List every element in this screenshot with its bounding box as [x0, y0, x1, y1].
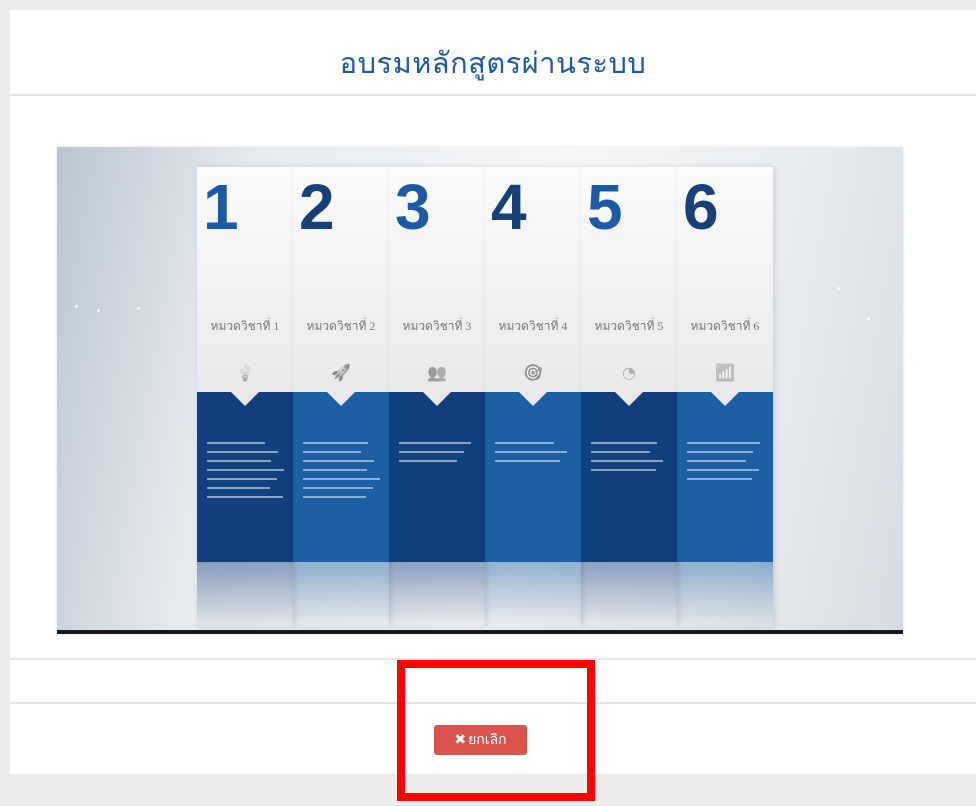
card-description-panel — [485, 392, 581, 562]
sparkle — [97, 309, 100, 312]
card-reflection — [389, 562, 485, 630]
description-line — [303, 469, 367, 471]
description-line — [495, 460, 560, 462]
card-header: 5 หมวดวิชาที่ 5 ◔ — [581, 167, 677, 406]
description-line — [207, 496, 283, 498]
card-description-panel — [389, 392, 485, 562]
description-line — [495, 451, 567, 453]
description-line — [495, 442, 554, 444]
card-category-label: หมวดวิชาที่ 6 — [690, 319, 760, 333]
description-line — [687, 478, 752, 480]
description-line — [687, 460, 746, 462]
video-frame[interactable]: 1 หมวดวิชาที่ 1 💡 2 หมวดวิชาที่ 2 🚀 3 หมวดวิชาท… — [57, 147, 903, 630]
card-number: 4 — [491, 171, 527, 243]
card-category-label: หมวดวิชาที่ 3 — [402, 319, 472, 333]
card-header: 3 หมวดวิชาที่ 3 👥 — [389, 167, 485, 406]
card-description-panel — [293, 392, 389, 562]
pie-chart-icon: ◔ — [622, 363, 636, 382]
bar-chart-icon: 📶 — [715, 363, 735, 382]
card-description-panel — [581, 392, 677, 562]
description-line — [207, 469, 284, 471]
card-reflection — [197, 562, 293, 630]
description-line — [399, 442, 471, 444]
sparkle — [867, 317, 870, 320]
sparkle — [837, 287, 840, 290]
card-header: 2 หมวดวิชาที่ 2 🚀 — [293, 167, 389, 406]
description-line — [303, 460, 374, 462]
description-line — [207, 487, 270, 489]
description-line — [207, 451, 278, 453]
card-description-panel — [677, 392, 773, 562]
description-line — [207, 460, 271, 462]
card-reflection — [485, 562, 581, 630]
description-line — [207, 442, 265, 444]
sparkle — [137, 307, 140, 310]
description-line — [399, 460, 457, 462]
card-reflection — [677, 562, 773, 630]
sparkle — [75, 305, 78, 308]
modal-header: อบรมหลักสูตรผ่านระบบ — [10, 10, 976, 96]
card-header: 1 หมวดวิชาที่ 1 💡 — [197, 167, 293, 406]
lightbulb-icon: 💡 — [235, 363, 255, 382]
rocket-icon: 🚀 — [331, 363, 351, 382]
card-reflection — [581, 562, 677, 630]
description-line — [687, 469, 759, 471]
description-line — [399, 451, 464, 453]
card-number: 5 — [587, 171, 623, 243]
course-card: 5 หมวดวิชาที่ 5 ◔ — [581, 167, 677, 630]
people-icon: 👥 — [427, 363, 447, 382]
card-description-panel — [197, 392, 293, 562]
course-card: 6 หมวดวิชาที่ 6 📶 — [677, 167, 773, 630]
description-line — [303, 478, 380, 480]
description-line — [687, 451, 753, 453]
video-progress-bar[interactable] — [57, 630, 903, 634]
card-number: 2 — [299, 171, 335, 243]
course-card: 4 หมวดวิชาที่ 4 🎯 — [485, 167, 581, 630]
video-player[interactable]: 1 หมวดวิชาที่ 1 💡 2 หมวดวิชาที่ 2 🚀 3 หมวดวิชาท… — [57, 147, 903, 634]
card-category-label: หมวดวิชาที่ 5 — [594, 319, 664, 333]
card-category-label: หมวดวิชาที่ 2 — [306, 319, 376, 333]
description-line — [303, 487, 373, 489]
course-card: 2 หมวดวิชาที่ 2 🚀 — [293, 167, 389, 630]
description-line — [591, 442, 657, 444]
card-number: 6 — [683, 171, 719, 243]
card-header: 6 หมวดวิชาที่ 6 📶 — [677, 167, 773, 406]
description-line — [591, 469, 656, 471]
course-card: 1 หมวดวิชาที่ 1 💡 — [197, 167, 293, 630]
description-line — [303, 442, 368, 444]
description-line — [303, 496, 366, 498]
card-category-label: หมวดวิชาที่ 1 — [210, 319, 280, 333]
description-line — [687, 442, 760, 444]
description-line — [207, 478, 277, 480]
card-reflection — [293, 562, 389, 630]
description-line — [591, 451, 650, 453]
target-icon: 🎯 — [523, 363, 543, 382]
card-header: 4 หมวดวิชาที่ 4 🎯 — [485, 167, 581, 406]
course-card: 3 หมวดวิชาที่ 3 👥 — [389, 167, 485, 630]
description-line — [303, 451, 361, 453]
card-number: 1 — [203, 171, 239, 243]
highlight-box — [397, 660, 595, 801]
card-number: 3 — [395, 171, 431, 243]
card-category-label: หมวดวิชาที่ 4 — [498, 319, 568, 333]
description-line — [591, 460, 663, 462]
modal-title: อบรมหลักสูตรผ่านระบบ — [339, 46, 647, 80]
